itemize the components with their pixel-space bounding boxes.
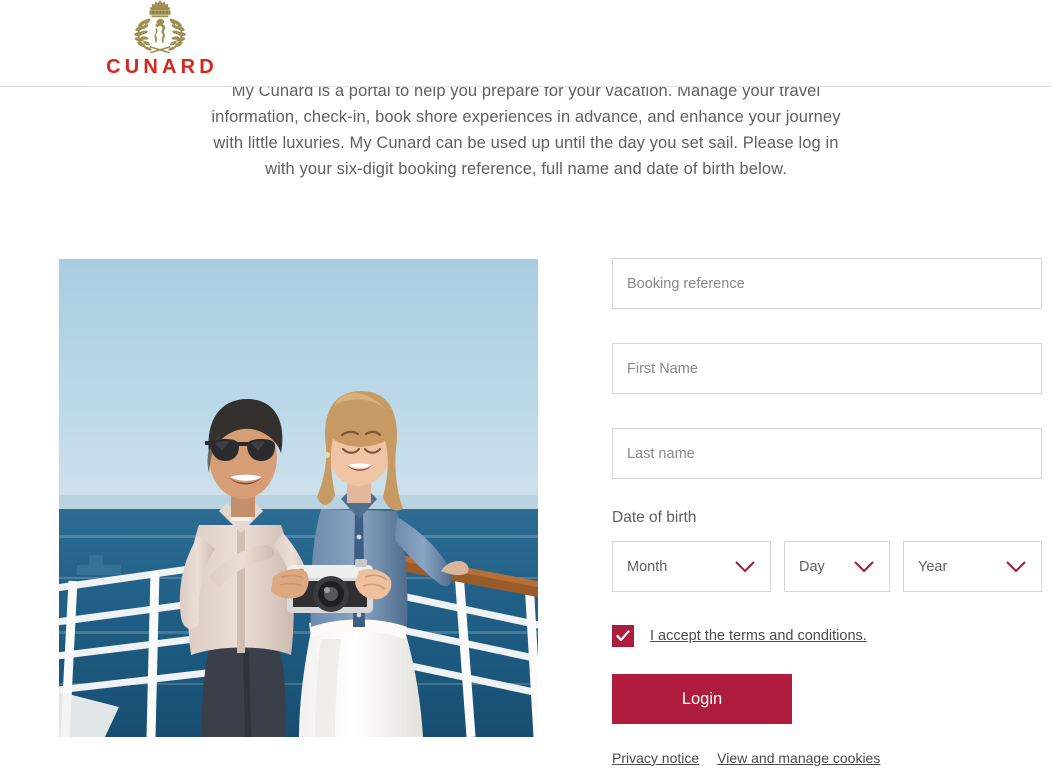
login-page: My Cunard is a portal to help you prepar…: [0, 0, 1052, 778]
first-name-input[interactable]: [627, 360, 1027, 377]
terms-link[interactable]: I accept the terms and conditions.: [650, 628, 867, 644]
login-button[interactable]: Login: [612, 674, 792, 724]
last-name-field[interactable]: [612, 428, 1042, 479]
couple-on-deck-illustration: [59, 259, 538, 737]
dob-day-value: Day: [799, 558, 825, 575]
checkmark-icon: [616, 630, 630, 642]
chevron-down-icon: [854, 561, 874, 573]
first-name-field[interactable]: [612, 343, 1042, 394]
dob-month-select[interactable]: Month: [612, 541, 771, 592]
hero-photo: [59, 259, 538, 737]
terms-checkbox[interactable]: [612, 625, 634, 647]
intro-text-block: My Cunard is a portal to help you prepar…: [0, 78, 1052, 182]
chevron-down-icon: [735, 561, 755, 573]
dob-year-value: Year: [918, 558, 948, 575]
site-header: CUNARD: [0, 0, 1052, 87]
dob-year-select[interactable]: Year: [903, 541, 1042, 592]
dob-day-select[interactable]: Day: [784, 541, 890, 592]
cunard-wordmark: CUNARD: [106, 56, 218, 78]
chevron-down-icon: [1006, 561, 1026, 573]
date-of-birth-label: Date of birth: [612, 509, 697, 526]
booking-reference-input[interactable]: [627, 275, 1027, 292]
footer-links: Privacy notice View and manage cookies: [612, 750, 1042, 766]
date-of-birth-row: Month Day Year: [612, 541, 1042, 592]
privacy-notice-link[interactable]: Privacy notice: [612, 750, 699, 766]
login-form: Date of birth Month Day Year: [612, 258, 1042, 766]
terms-row: I accept the terms and conditions.: [612, 625, 1042, 647]
booking-reference-field[interactable]: [612, 258, 1042, 309]
cunard-logo[interactable]: CUNARD: [104, 0, 216, 84]
cunard-lion-crest-icon: [134, 0, 186, 54]
last-name-input[interactable]: [627, 445, 1027, 462]
intro-paragraph: My Cunard is a portal to help you prepar…: [211, 82, 841, 178]
dob-month-value: Month: [627, 558, 668, 575]
manage-cookies-link[interactable]: View and manage cookies: [717, 750, 880, 766]
